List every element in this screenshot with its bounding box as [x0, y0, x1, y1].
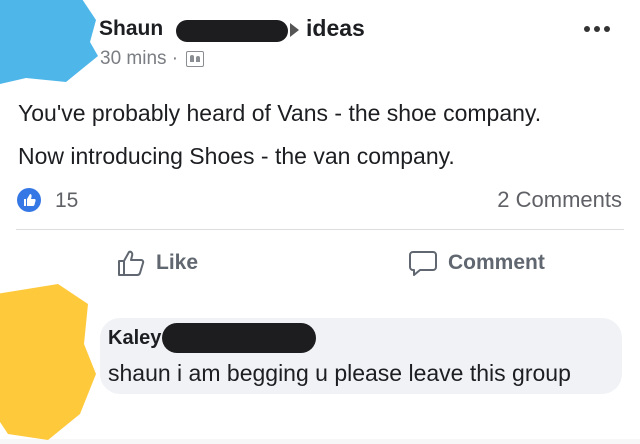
divider — [16, 229, 624, 230]
comment-author-redaction — [162, 323, 316, 353]
like-count[interactable]: 15 — [55, 189, 78, 213]
group-privacy-icon — [186, 51, 205, 67]
site-watermark: Stay awake at FUNsubstance.com — [401, 414, 632, 431]
post-text-line: You've probably heard of Vans - the shoe… — [18, 100, 542, 126]
group-name[interactable]: ideas — [306, 15, 365, 42]
blue-scribble-redaction — [0, 0, 98, 84]
post-text-line: Now introducing Shoes - the van company. — [18, 143, 455, 169]
like-button-label: Like — [156, 251, 199, 274]
group-arrow-icon — [290, 23, 299, 37]
comments-count-link[interactable]: 2 Comments — [497, 187, 622, 213]
more-options-icon[interactable] — [584, 26, 610, 32]
author-name-redaction — [176, 20, 288, 42]
comment-button-label: Comment — [448, 251, 545, 274]
comment-bubble-icon — [409, 251, 437, 276]
post-card: Shaun ideas 30 mins · You've probably he… — [0, 0, 640, 440]
comment-author-name[interactable]: Kaley — [108, 327, 161, 350]
like-reaction-icon[interactable] — [17, 188, 41, 212]
comment-text: shaun i am begging u please leave this g… — [108, 360, 571, 386]
post-timestamp[interactable]: 30 mins · — [100, 48, 178, 70]
like-button[interactable]: Like — [116, 248, 198, 278]
yellow-scribble-redaction — [0, 284, 96, 440]
thumbs-up-icon — [118, 250, 145, 276]
post-author-name[interactable]: Shaun — [99, 17, 163, 41]
post-meta: 30 mins · — [100, 48, 205, 70]
comment-button[interactable]: Comment — [408, 248, 545, 278]
